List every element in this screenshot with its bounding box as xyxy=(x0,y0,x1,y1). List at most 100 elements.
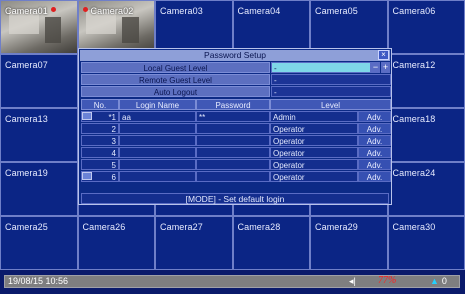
record-indicator-icon xyxy=(82,7,88,12)
row-login-name[interactable] xyxy=(119,123,196,134)
table-row[interactable]: 2 Operator Adv. xyxy=(81,123,391,134)
camera-tile[interactable]: Camera13 xyxy=(0,108,78,162)
row-login-name[interactable] xyxy=(119,159,196,170)
camera-tile[interactable]: Camera28 xyxy=(232,216,310,270)
camera-tile[interactable]: Camera25 xyxy=(0,216,78,270)
camera-label: Camera19 xyxy=(5,168,48,178)
auto-logout-row: Auto Logout - xyxy=(81,86,391,97)
adv-button[interactable]: Adv. xyxy=(358,147,391,158)
disk-usage: 77% xyxy=(378,275,397,286)
camera-label: Camera07 xyxy=(5,60,48,70)
password-setup-dialog: Password Setup × Local Guest Level - − +… xyxy=(78,48,392,205)
adv-button[interactable]: Adv. xyxy=(358,159,391,170)
row-password[interactable] xyxy=(196,147,270,158)
row-level[interactable]: Operator xyxy=(270,123,358,134)
camera-tile[interactable]: Camera18 xyxy=(387,108,465,162)
auto-logout-value[interactable]: - xyxy=(271,86,391,97)
header-level: Level xyxy=(270,99,391,110)
row-number[interactable]: 4 xyxy=(81,147,119,158)
row-level[interactable]: Operator xyxy=(270,147,358,158)
table-row[interactable]: 6 Operator Adv. xyxy=(81,171,391,182)
remote-guest-row: Remote Guest Level - xyxy=(81,74,391,85)
camera-label: Camera27 xyxy=(160,222,203,232)
camera-label: Camera24 xyxy=(392,168,436,178)
camera-tile[interactable]: Camera04 xyxy=(232,0,310,54)
adv-button[interactable]: Adv. xyxy=(358,171,391,182)
camera-tile[interactable]: Camera30 xyxy=(387,216,465,270)
camera-label: Camera02 xyxy=(90,6,134,16)
camera-label: Camera01 xyxy=(5,6,48,16)
minus-icon[interactable]: − xyxy=(371,62,380,73)
row-password[interactable] xyxy=(196,123,270,134)
close-icon[interactable]: × xyxy=(378,50,389,60)
row-password[interactable] xyxy=(196,171,270,182)
plus-icon[interactable]: + xyxy=(381,62,390,73)
auto-logout-label: Auto Logout xyxy=(81,86,270,97)
camera-label: Camera30 xyxy=(392,222,436,232)
camera-label: Camera25 xyxy=(5,222,48,232)
camera-tile[interactable]: Camera19 xyxy=(0,162,78,216)
camera-label: Camera18 xyxy=(392,114,436,124)
camera-label: Camera06 xyxy=(392,6,436,16)
camera-label: Camera03 xyxy=(160,6,203,16)
adv-button[interactable]: Adv. xyxy=(358,123,391,134)
mode-hint: [MODE] - Set default login xyxy=(81,193,389,204)
camera-tile[interactable]: Camera01 xyxy=(0,0,78,54)
camera-tile[interactable]: Camera12 xyxy=(387,54,465,108)
header-password: Password xyxy=(196,99,270,110)
table-row[interactable]: 5 Operator Adv. xyxy=(81,159,391,170)
network-count: 0 xyxy=(441,276,447,286)
row-login-name[interactable] xyxy=(119,147,196,158)
datetime: 19/08/15 10:56 xyxy=(8,276,69,286)
row-level[interactable]: Admin xyxy=(270,111,358,122)
adv-button[interactable]: Adv. xyxy=(358,135,391,146)
row-number[interactable]: 3 xyxy=(81,135,119,146)
row-number[interactable]: 2 xyxy=(81,123,119,134)
row-number[interactable]: 5 xyxy=(81,159,119,170)
user-icon xyxy=(82,172,92,180)
camera-label: Camera13 xyxy=(5,114,48,124)
camera-tile[interactable]: Camera26 xyxy=(77,216,155,270)
camera-tile[interactable]: Camera07 xyxy=(0,54,78,108)
row-level[interactable]: Operator xyxy=(270,135,358,146)
table-header: No. Login Name Password Level xyxy=(81,99,391,110)
row-login-name[interactable]: aa xyxy=(119,111,196,122)
camera-label: Camera05 xyxy=(315,6,358,16)
camera-label: Camera28 xyxy=(237,222,281,232)
camera-tile[interactable]: Camera03 xyxy=(155,0,233,54)
camera-label: Camera26 xyxy=(82,222,126,232)
remote-guest-label: Remote Guest Level xyxy=(81,74,270,85)
local-guest-label: Local Guest Level xyxy=(81,62,270,73)
camera-tile[interactable]: Camera05 xyxy=(310,0,388,54)
row-level[interactable]: Operator xyxy=(270,171,358,182)
network-status: ▲ 0 xyxy=(430,276,447,286)
camera-label: Camera04 xyxy=(237,6,281,16)
user-icon xyxy=(82,112,92,120)
header-no: No. xyxy=(81,99,119,110)
remote-guest-value[interactable]: - xyxy=(271,74,391,85)
local-guest-row: Local Guest Level - − + xyxy=(81,62,391,73)
camera-tile[interactable]: Camera02 xyxy=(77,0,155,54)
speaker-icon: ◂| xyxy=(349,276,356,286)
row-login-name[interactable] xyxy=(119,135,196,146)
camera-label: Camera29 xyxy=(315,222,358,232)
record-indicator-icon xyxy=(51,7,56,12)
dialog-title: Password Setup xyxy=(80,50,390,61)
row-password[interactable] xyxy=(196,159,270,170)
camera-tile[interactable]: Camera24 xyxy=(387,162,465,216)
header-login-name: Login Name xyxy=(119,99,196,110)
table-row[interactable]: 3 Operator Adv. xyxy=(81,135,391,146)
row-level[interactable]: Operator xyxy=(270,159,358,170)
local-guest-value[interactable]: - xyxy=(271,62,371,73)
adv-button[interactable]: Adv. xyxy=(358,111,391,122)
row-password[interactable]: ** xyxy=(196,111,270,122)
camera-tile[interactable]: Camera27 xyxy=(155,216,233,270)
camera-tile[interactable]: Camera06 xyxy=(387,0,465,54)
row-login-name[interactable] xyxy=(119,171,196,182)
row-password[interactable] xyxy=(196,135,270,146)
camera-tile[interactable]: Camera29 xyxy=(310,216,388,270)
status-bar: 19/08/15 10:56 ◂| 77% ▲ 0 xyxy=(0,270,465,294)
table-row[interactable]: *1 aa ** Admin Adv. xyxy=(81,111,391,122)
table-row[interactable]: 4 Operator Adv. xyxy=(81,147,391,158)
camera-label: Camera12 xyxy=(392,60,436,70)
